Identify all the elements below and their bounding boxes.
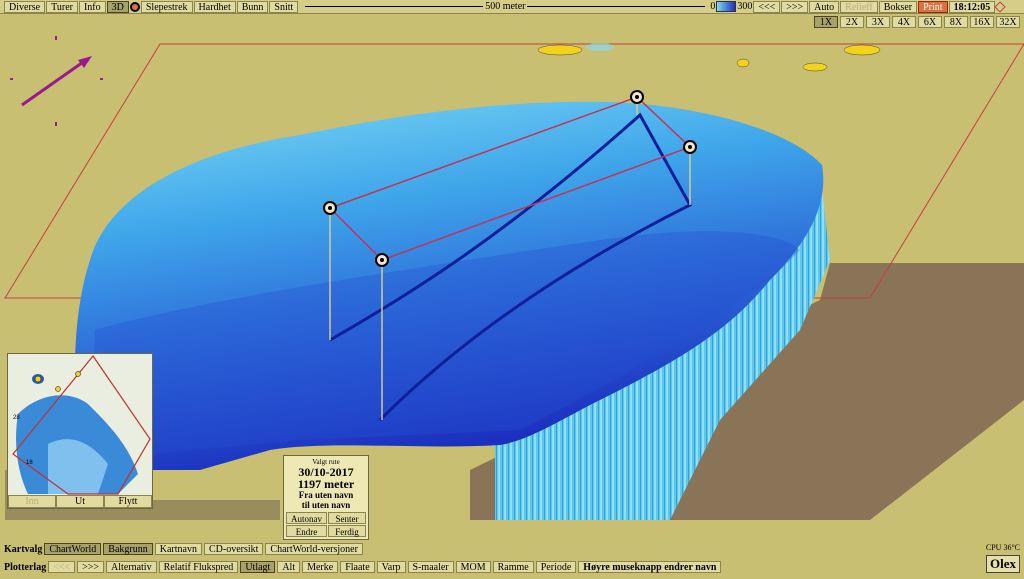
zoom-1x[interactable]: 1X — [814, 16, 838, 28]
nav-forward-button[interactable]: >>> — [781, 0, 809, 13]
bakgrunn-button[interactable]: Bakgrunn — [103, 543, 153, 555]
print-button[interactable]: Print — [918, 0, 948, 13]
3d-terrain-view[interactable] — [0, 0, 1024, 579]
route-to: til uten navn — [301, 500, 351, 510]
olex-logo[interactable]: Olex — [986, 555, 1020, 573]
route-waypoint[interactable] — [683, 140, 697, 154]
kartnavn-button[interactable]: Kartnavn — [154, 543, 202, 555]
scale-label: 500 meter — [485, 1, 526, 12]
auto-button[interactable]: Auto — [809, 0, 840, 13]
depth-min: 0 — [710, 1, 716, 12]
top-toolbar: Diverse Turer Info 3D Slepestrek Hardhet… — [0, 0, 1024, 14]
minimap-depth-label: 18 — [26, 460, 33, 466]
depth-max: 300 — [737, 1, 753, 12]
diamond-icon[interactable] — [994, 0, 1006, 13]
minimap-move-button[interactable]: Flytt — [104, 495, 152, 508]
kartvalg-bar: Kartvalg ChartWorld Bakgrunn Kartnavn CD… — [4, 543, 363, 555]
ferdig-button[interactable]: Ferdig — [328, 525, 366, 537]
island — [736, 58, 750, 68]
flaate-button[interactable]: Flaate — [340, 561, 375, 573]
route-from: Fra uten navn — [298, 490, 354, 500]
merke-button[interactable]: Merke — [302, 561, 339, 573]
route-waypoint[interactable] — [375, 253, 389, 267]
menu-diverse[interactable]: Diverse — [4, 0, 46, 13]
clock: 18:12:05 — [948, 0, 996, 13]
mom-button[interactable]: MOM — [455, 561, 491, 573]
minimap-chart: 28 18 — [8, 354, 152, 495]
heading-arrow-icon — [21, 56, 92, 107]
plotterlag-bar: Plotterlag <<< >>> Alternativ Relatif Fl… — [4, 561, 722, 573]
island — [537, 44, 583, 56]
bokser-button[interactable]: Bokser — [878, 0, 918, 13]
target-icon[interactable] — [129, 1, 140, 12]
overview-minimap[interactable]: 28 18 Inn Ut Flytt — [7, 353, 153, 509]
zoom-16x[interactable]: 16X — [970, 16, 994, 28]
zoom-4x[interactable]: 4X — [892, 16, 916, 28]
utlagt-button[interactable]: Utlagt — [240, 561, 276, 573]
s-maaler-button[interactable]: S-maaler — [407, 561, 454, 573]
chartworld-button[interactable]: ChartWorld — [44, 543, 102, 555]
plotter-prev-button[interactable]: <<< — [48, 561, 76, 573]
zoom-3x[interactable]: 3X — [866, 16, 890, 28]
periode-button[interactable]: Periode — [535, 561, 577, 573]
alt-button[interactable]: Alt — [277, 561, 301, 573]
route-length: 1197 meter — [297, 477, 355, 491]
ramme-button[interactable]: Ramme — [492, 561, 534, 573]
menu-info[interactable]: Info — [78, 0, 106, 13]
endre-button[interactable]: Endre — [286, 525, 327, 537]
depth-color-scale[interactable] — [716, 1, 737, 12]
menu-slepestrek[interactable]: Slepestrek — [140, 0, 193, 13]
varp-button[interactable]: Varp — [376, 561, 406, 573]
kartvalg-label: Kartvalg — [4, 543, 43, 555]
route-waypoint[interactable] — [630, 90, 644, 104]
route-info-panel: Valgt rute 30/10-2017 1197 meter Fra ute… — [283, 455, 369, 540]
alternativ-button[interactable]: Alternativ — [106, 561, 157, 573]
zoom-6x[interactable]: 6X — [918, 16, 942, 28]
minimap-depth-label: 28 — [13, 415, 20, 421]
zoom-8x[interactable]: 8X — [944, 16, 968, 28]
senter-button[interactable]: Senter — [328, 512, 366, 524]
zoom-bar: 1X 2X 3X 4X 6X 8X 16X 32X — [814, 16, 1020, 28]
autonav-button[interactable]: Autonav — [286, 512, 327, 524]
nav-back-button[interactable]: <<< — [753, 0, 781, 13]
route-waypoint[interactable] — [323, 201, 337, 215]
menu-hardhet[interactable]: Hardhet — [193, 0, 236, 13]
plotter-next-button[interactable]: >>> — [77, 561, 105, 573]
menu-3d[interactable]: 3D — [106, 0, 129, 13]
relieff-button[interactable]: Relieff — [840, 0, 878, 13]
menu-bunn[interactable]: Bunn — [236, 0, 269, 13]
relatif-flukspred-button[interactable]: Relatif Flukspred — [158, 561, 239, 573]
chartworld-versjoner-button[interactable]: ChartWorld-versjoner — [265, 543, 363, 555]
zoom-32x[interactable]: 32X — [996, 16, 1020, 28]
cpu-temperature: CPU 36°C — [985, 543, 1020, 552]
island — [802, 62, 828, 72]
minimap-zoom-out-button[interactable]: Ut — [56, 495, 104, 508]
rename-hint: Høyre museknapp endrer navn — [578, 561, 722, 573]
scale-bar: 500 meter — [305, 1, 706, 12]
island — [843, 44, 881, 56]
plotterlag-label: Plotterlag — [4, 561, 47, 573]
zoom-2x[interactable]: 2X — [840, 16, 864, 28]
menu-turer[interactable]: Turer — [46, 0, 78, 13]
cd-oversikt-button[interactable]: CD-oversikt — [203, 543, 264, 555]
menu-snitt[interactable]: Snitt — [269, 0, 299, 13]
minimap-zoom-in-button[interactable]: Inn — [8, 495, 56, 508]
